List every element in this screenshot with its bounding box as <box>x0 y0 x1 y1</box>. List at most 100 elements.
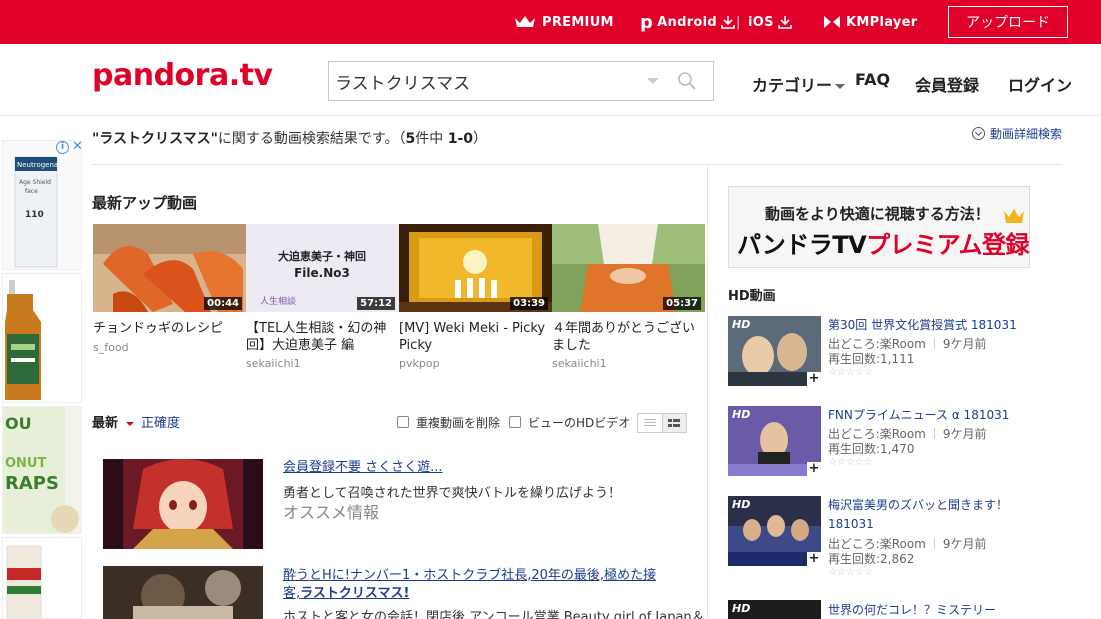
latest-video-thumb[interactable]: 00:44 <box>93 224 246 312</box>
download-icon <box>777 16 792 29</box>
premium-link[interactable]: PREMIUM <box>514 0 614 44</box>
hd-video-thumb[interactable]: HD + <box>728 316 821 386</box>
ad-card-product[interactable] <box>2 537 82 619</box>
ad-card-syrup[interactable] <box>2 273 82 403</box>
android-download-link[interactable]: p Android <box>640 0 735 44</box>
video-duration: 57:12 <box>357 297 395 310</box>
sort-accuracy[interactable]: 正確度 <box>141 412 180 431</box>
result-suffix: に関する動画検索結果です。（ <box>217 131 406 147</box>
add-icon[interactable]: + <box>807 552 821 566</box>
view-toggle <box>637 413 687 433</box>
latest-video-channel[interactable]: s_food <box>93 341 129 354</box>
latest-video-channel[interactable]: pvkpop <box>399 357 440 370</box>
source-value: 楽Room <box>879 427 926 441</box>
latest-video-title[interactable]: ４年間ありがとうございました <box>552 320 702 354</box>
sponsored-thumbnail-image <box>103 459 263 549</box>
search-box <box>328 61 714 101</box>
hd-badge: HD <box>732 498 751 511</box>
search-icon[interactable] <box>677 71 697 91</box>
upload-age: 9ケ月前 <box>942 427 987 441</box>
hd-video-checkbox[interactable] <box>509 416 521 428</box>
sort-latest[interactable]: 最新 <box>92 412 134 431</box>
search-result-summary: "ラストクリスマス"に関する動画検索結果です。（5件中 1-0） <box>92 128 487 148</box>
ad-product-image <box>3 538 81 618</box>
video-duration: 05:37 <box>663 297 701 310</box>
detail-view-button[interactable] <box>661 414 686 432</box>
add-icon[interactable]: + <box>807 462 821 476</box>
premium-banner[interactable]: 動画をより快適に視聴する方法！ パンドラTVプレミアム登録 <box>728 186 1030 268</box>
ad-card3-line3: RAPS <box>5 473 59 494</box>
banner-line-2b: プレミアム登録 <box>866 231 1029 259</box>
nav-login[interactable]: ログイン <box>1008 72 1072 96</box>
views-label: 再生回数: <box>828 442 881 456</box>
remove-duplicates-checkbox[interactable] <box>397 416 409 428</box>
source-label: 出どころ: <box>828 427 880 441</box>
sponsored-title[interactable]: 会員登録不要 さくさく遊... <box>283 459 663 477</box>
source-value: 楽Room <box>879 537 926 551</box>
hd-video-title[interactable]: 第30回 世界文化賞授賞式 181031 <box>828 316 1028 335</box>
search-dropdown-icon[interactable] <box>647 78 659 84</box>
sponsored-title-bold: ラストクリスマス! <box>300 586 410 601</box>
advanced-search-link[interactable]: 動画詳細検索 <box>972 125 1062 142</box>
hd-video-title[interactable]: 梅沢富美男のズバッと聞きます！181031 <box>828 496 1028 534</box>
left-ad-strip: Neutrogena Age Shield face 110 i ✕ OU ON… <box>0 140 84 619</box>
divider <box>92 164 1062 165</box>
result-range: 1-0 <box>447 131 473 147</box>
ad-card-neutrogena[interactable]: Neutrogena Age Shield face 110 <box>2 140 82 270</box>
latest-video-thumb[interactable]: 大迫恵美子・神回 File.No3 人生相談 57:12 <box>246 224 399 312</box>
latest-video-channel[interactable]: sekaiichi1 <box>552 357 607 370</box>
hd-video-thumb[interactable]: HD + <box>728 406 821 476</box>
latest-video-title[interactable]: チョンドゥギのレシピ <box>93 320 243 337</box>
views-value: 1,470 <box>880 442 915 456</box>
source-value: 楽Room <box>879 337 926 351</box>
sponsored-description: ホストと客と女の会話！閉店後,アンコール営業,Beauty girl of Ja… <box>283 610 705 619</box>
ad-brand-text: Neutrogena <box>17 161 58 169</box>
ad-info-icon[interactable]: i <box>56 141 69 154</box>
nav-faq[interactable]: FAQ <box>855 70 890 89</box>
thumb-text-3: 人生相談 <box>260 295 296 307</box>
sponsored-title[interactable]: 酔うとHに!ナンバー1・ホストクラブ社長,20年の最後,極めた接客,ラストクリス… <box>283 567 663 603</box>
latest-video-thumb[interactable]: 05:37 <box>552 224 705 312</box>
add-icon[interactable]: + <box>807 372 821 386</box>
latest-video-channel[interactable]: sekaiichi1 <box>246 357 301 370</box>
latest-video-title[interactable]: 【TEL人生相談・幻の神回】大迫恵美子 編 <box>246 320 396 354</box>
nav-register[interactable]: 会員登録 <box>915 72 979 96</box>
hd-section-title: HD動画 <box>728 289 776 304</box>
result-close: ） <box>473 131 487 147</box>
crown-icon <box>515 16 535 27</box>
thumb-text-2: File.No3 <box>294 266 350 280</box>
chevron-down-icon <box>835 84 846 89</box>
logo[interactable]: pandora.tv <box>92 58 273 93</box>
sponsored-thumb[interactable] <box>103 566 263 619</box>
ad-product-image: OU ONUT RAPS <box>3 407 81 533</box>
hd-video-thumb[interactable]: HD <box>728 600 821 619</box>
kmplayer-link[interactable]: KMPlayer <box>823 0 917 44</box>
circle-chevron-down-icon <box>972 127 985 140</box>
search-input[interactable] <box>329 62 639 100</box>
thumb-text-1: 大迫恵美子・神回 <box>278 249 366 263</box>
hd-video-views: 再生回数:2,862 <box>828 550 914 567</box>
meta-divider <box>933 428 935 439</box>
list-view-button[interactable] <box>638 414 662 432</box>
ad-close-icon[interactable]: ✕ <box>72 140 83 154</box>
sponsored-thumb[interactable] <box>103 459 263 549</box>
remove-duplicates-label: 重複動画を削除 <box>416 416 501 430</box>
rating-stars: ☆☆☆☆☆ <box>828 367 873 378</box>
result-query: "ラストクリスマス" <box>92 131 218 147</box>
hd-video-label: ビューのHDビデオ <box>528 416 631 430</box>
ios-download-link[interactable]: iOS <box>748 0 792 44</box>
hd-video-thumb[interactable]: HD + <box>728 496 821 566</box>
banner-line-2a: パンドラTV <box>737 231 867 259</box>
meta-divider <box>933 338 935 349</box>
nav-category-label: カテゴリー <box>752 76 833 95</box>
nav-category[interactable]: カテゴリー <box>752 72 846 96</box>
latest-video-title[interactable]: [MV] Weki Meki - Picky Picky <box>399 320 549 354</box>
topbar-separator: | <box>736 14 741 30</box>
hd-badge: HD <box>732 318 751 331</box>
latest-video-thumb[interactable]: 03:39 <box>399 224 552 312</box>
upload-age: 9ケ月前 <box>942 337 987 351</box>
ad-card-coconut-wraps[interactable]: OU ONUT RAPS <box>2 406 82 534</box>
hd-video-title[interactable]: 世界の何だコレ！？ミステリー 181031 <box>828 601 1028 619</box>
hd-video-title[interactable]: FNNプライムニュース α 181031 <box>828 406 1028 425</box>
upload-button[interactable]: アップロード <box>948 6 1068 38</box>
